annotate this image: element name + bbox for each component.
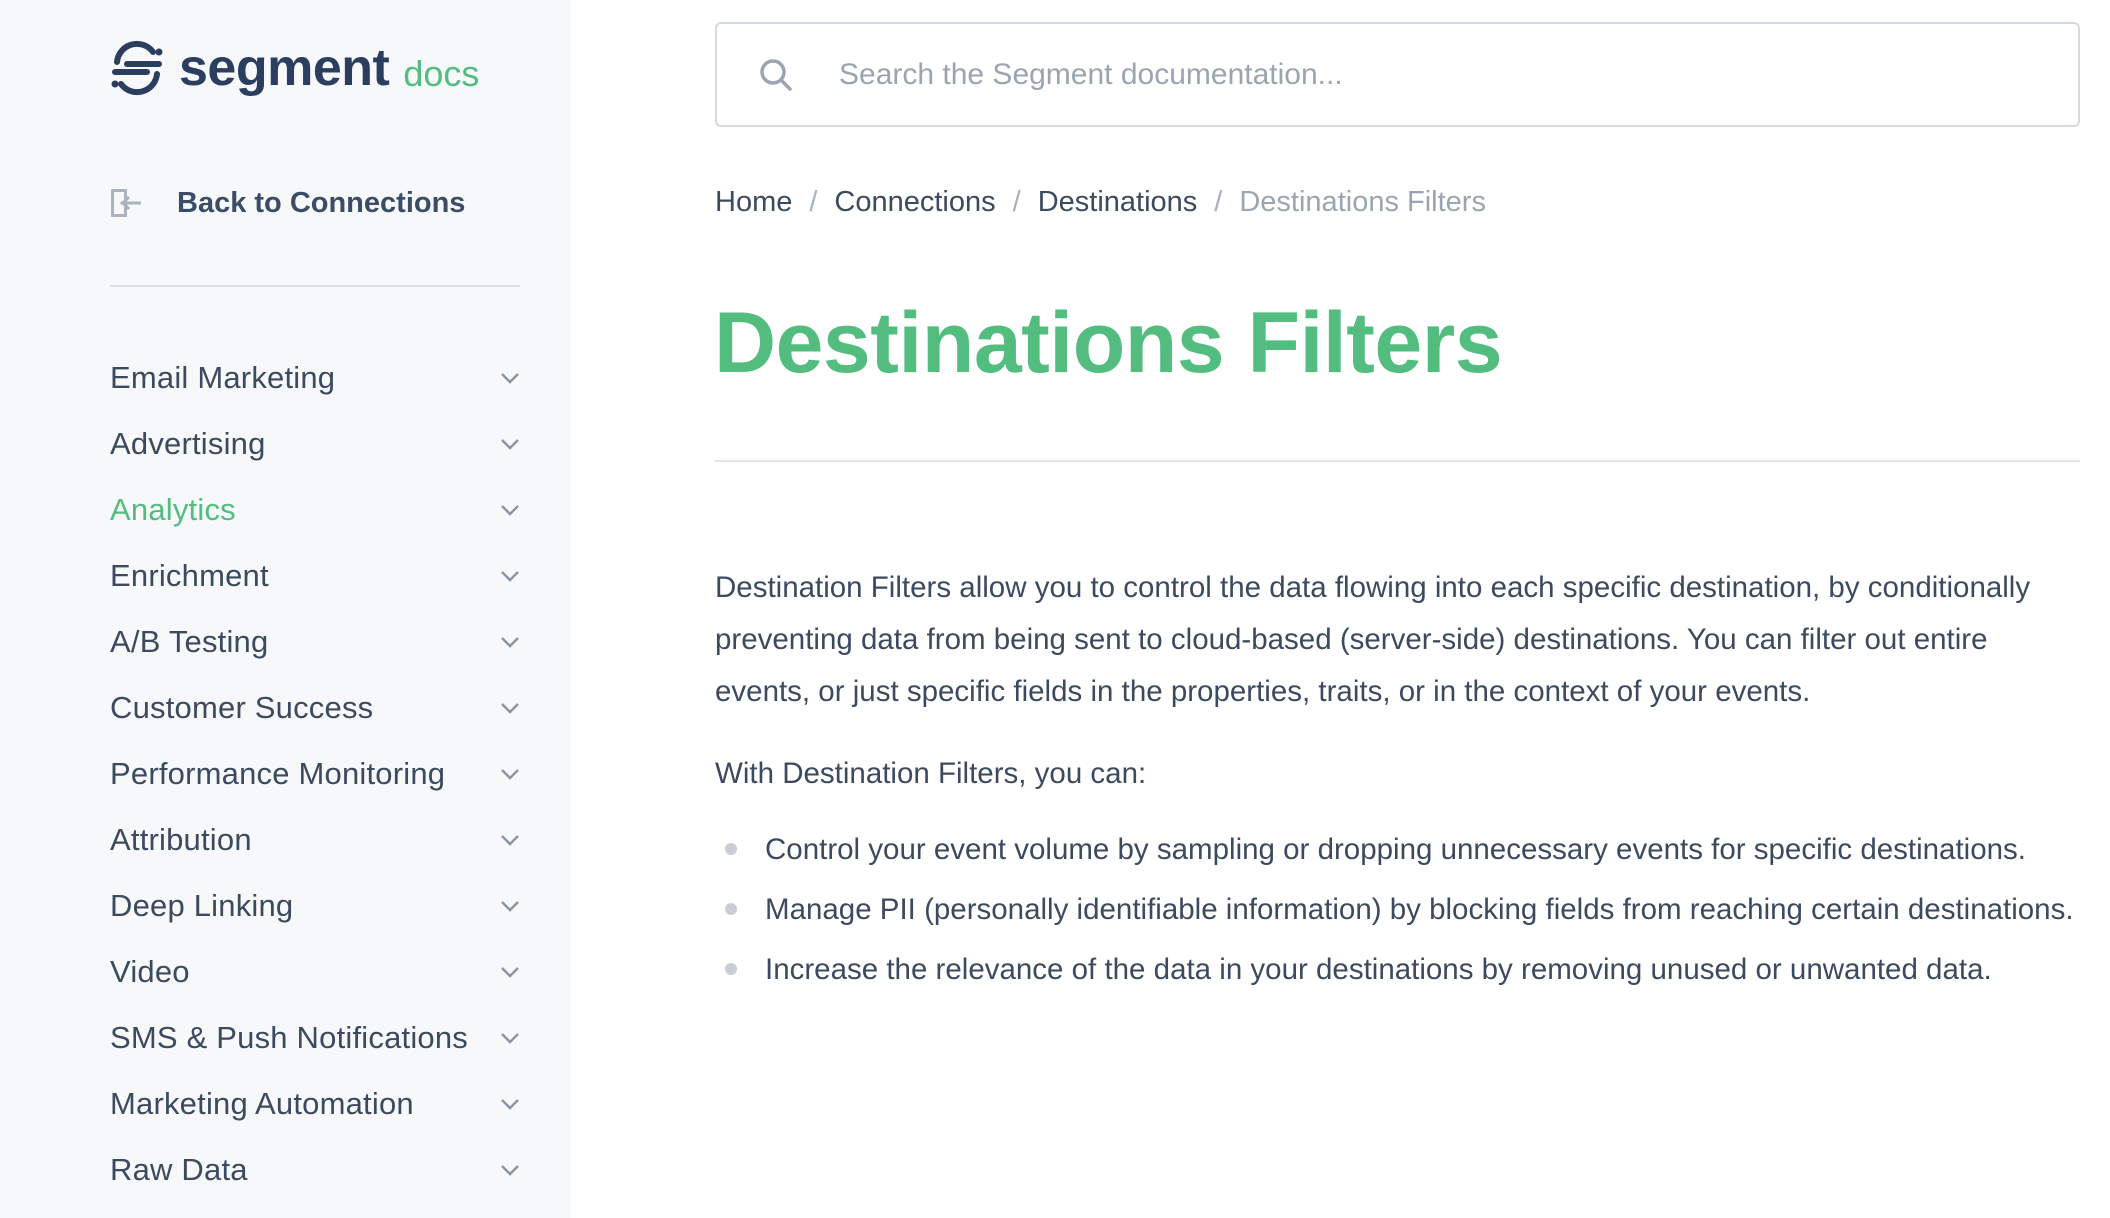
bullet-dot <box>725 843 737 855</box>
chevron-down-icon <box>501 571 519 582</box>
nav-item-label: A/B Testing <box>110 624 269 659</box>
nav-item-email-marketing[interactable]: Email Marketing <box>110 345 520 411</box>
chevron-down-icon <box>501 901 519 912</box>
nav-item-sms-push-notifications[interactable]: SMS & Push Notifications <box>110 1005 520 1071</box>
nav-item-label: Attribution <box>110 822 252 857</box>
nav-item-label: Advertising <box>110 426 266 461</box>
bullet-dot <box>725 903 737 915</box>
chevron-down-icon <box>501 637 519 648</box>
back-link-label: Back to Connections <box>177 186 466 219</box>
chevron-down-icon <box>501 1099 519 1110</box>
logo-docs-label: docs <box>403 53 480 94</box>
chevron-down-icon <box>501 1033 519 1044</box>
nav-item-label: Video <box>110 954 190 989</box>
chevron-down-icon <box>501 505 519 516</box>
nav-item-label: Analytics <box>110 492 236 527</box>
search-input[interactable] <box>837 56 2037 93</box>
chevron-down-icon <box>501 769 519 780</box>
sidebar: segment docs Back to Connections Email M… <box>0 0 571 1218</box>
chevron-down-icon <box>501 439 519 450</box>
chevron-down-icon <box>501 373 519 384</box>
nav-item-label: Deep Linking <box>110 888 294 923</box>
breadcrumb-connections[interactable]: Connections <box>834 186 995 219</box>
nav-item-label: Enrichment <box>110 558 269 593</box>
breadcrumb: Home / Connections / Destinations / Dest… <box>715 186 1486 219</box>
segment-logo-icon <box>111 40 163 96</box>
list-item-text: Increase the relevance of the data in yo… <box>765 953 1992 986</box>
list-item: Manage PII (personally identifiable info… <box>715 880 2080 940</box>
breadcrumb-separator: / <box>809 186 818 218</box>
breadcrumb-separator: / <box>1012 186 1021 218</box>
chevron-down-icon <box>501 835 519 846</box>
nav-item-attribution[interactable]: Attribution <box>110 807 520 873</box>
nav-item-performance-monitoring[interactable]: Performance Monitoring <box>110 741 520 807</box>
nav-item-advertising[interactable]: Advertising <box>110 411 520 477</box>
category-nav: Email Marketing Advertising Analytics En… <box>110 345 520 1203</box>
search-box[interactable] <box>715 22 2080 127</box>
nav-item-label: Customer Success <box>110 690 374 725</box>
back-to-connections-link[interactable]: Back to Connections <box>109 186 465 220</box>
sidebar-divider <box>110 285 520 287</box>
nav-item-label: Raw Data <box>110 1152 248 1187</box>
bullet-dot <box>725 963 737 975</box>
docs-page: segment docs Back to Connections Email M… <box>0 0 2110 1218</box>
article-body: Destination Filters allow you to control… <box>715 562 2080 1000</box>
intro-paragraph: Destination Filters allow you to control… <box>715 571 2031 708</box>
chevron-down-icon <box>501 967 519 978</box>
breadcrumb-destinations[interactable]: Destinations <box>1038 186 1198 219</box>
chevron-down-icon <box>501 703 519 714</box>
nav-item-deep-linking[interactable]: Deep Linking <box>110 873 520 939</box>
nav-item-video[interactable]: Video <box>110 939 520 1005</box>
nav-item-label: Marketing Automation <box>110 1086 414 1121</box>
page-title: Destinations Filters <box>714 295 1503 391</box>
list-item: Increase the relevance of the data in yo… <box>715 940 2080 1000</box>
nav-item-ab-testing[interactable]: A/B Testing <box>110 609 520 675</box>
chevron-down-icon <box>501 1165 519 1176</box>
breadcrumb-home[interactable]: Home <box>715 186 792 219</box>
breadcrumb-separator: / <box>1214 186 1223 218</box>
nav-item-marketing-automation[interactable]: Marketing Automation <box>110 1071 520 1137</box>
nav-item-analytics[interactable]: Analytics <box>110 477 520 543</box>
list-item: Control your event volume by sampling or… <box>715 820 2080 880</box>
nav-item-customer-success[interactable]: Customer Success <box>110 675 520 741</box>
title-divider <box>715 460 2080 462</box>
logo[interactable]: segment docs <box>109 40 479 96</box>
nav-item-label: Email Marketing <box>110 360 336 395</box>
nav-item-label: SMS & Push Notifications <box>110 1020 469 1055</box>
logo-wordmark: segment <box>179 39 390 97</box>
nav-item-raw-data[interactable]: Raw Data <box>110 1137 520 1203</box>
benefits-list: Control your event volume by sampling or… <box>715 820 2080 1000</box>
exit-door-icon <box>111 189 141 217</box>
lead-in-paragraph: With Destination Filters, you can: <box>715 757 1147 790</box>
breadcrumb-current: Destinations Filters <box>1239 186 1486 218</box>
nav-item-label: Performance Monitoring <box>110 756 446 791</box>
list-item-text: Manage PII (personally identifiable info… <box>765 893 2074 926</box>
list-item-text: Control your event volume by sampling or… <box>765 833 2026 866</box>
nav-item-enrichment[interactable]: Enrichment <box>110 543 520 609</box>
search-icon <box>760 58 792 91</box>
